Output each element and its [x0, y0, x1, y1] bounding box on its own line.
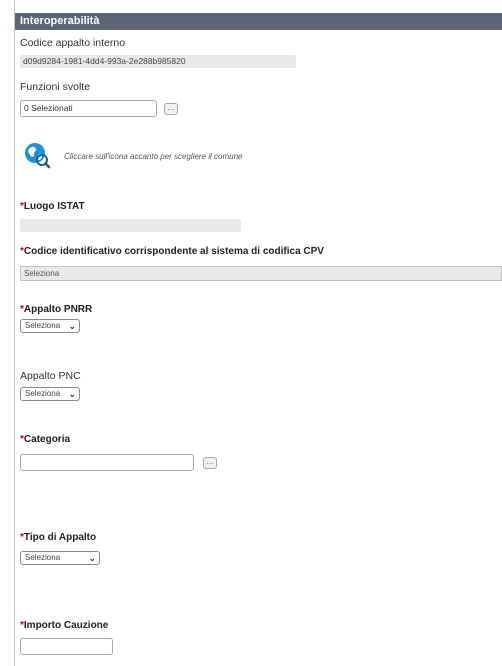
funzioni-svolte-select-button[interactable]: ...: [164, 103, 178, 115]
globe-search-icon[interactable]: [23, 141, 51, 169]
importo-cauzione-input[interactable]: [20, 638, 113, 655]
section-header-interoperabilita: Interoperabilità: [15, 13, 502, 30]
cpv-label: *Codice identificativo corrispondente al…: [20, 246, 324, 257]
codice-appalto-value: d09d9284-1981-4dd4-993a-2e288b985820: [20, 55, 296, 68]
categoria-label-text: Categoria: [23, 434, 71, 445]
appalto-pnrr-value: Seleziona: [25, 321, 61, 330]
luogo-istat-label: *Luogo ISTAT: [20, 201, 85, 212]
categoria-select-button[interactable]: ...: [203, 457, 217, 469]
funzioni-svolte-input[interactable]: 0 Selezionati: [20, 100, 157, 117]
tipo-appalto-label-text: Tipo di Appalto: [23, 532, 97, 543]
luogo-istat-label-text: Luogo ISTAT: [23, 201, 85, 212]
funzioni-svolte-label: Funzioni svolte: [20, 81, 91, 93]
appalto-pnrr-label-text: Appalto PNRR: [23, 304, 93, 315]
chevron-down-icon: ⌄: [88, 553, 96, 563]
appalto-pnrr-select[interactable]: Seleziona ⌄: [20, 319, 80, 333]
importo-cauzione-label-text: Importo Cauzione: [23, 620, 109, 631]
appalto-pnc-label: Appalto PNC: [20, 370, 81, 382]
cpv-label-text: Codice identificativo corrispondente al …: [23, 246, 324, 257]
chevron-down-icon: ⌄: [68, 321, 76, 331]
tipo-appalto-value: Seleziona: [25, 553, 61, 562]
categoria-label: *Categoria: [20, 434, 70, 445]
importo-cauzione-label: *Importo Cauzione: [20, 620, 108, 631]
codice-appalto-label: Codice appalto interno: [20, 37, 126, 49]
tipo-appalto-select[interactable]: Seleziona ⌄: [20, 551, 100, 565]
appalto-pnc-select[interactable]: Seleziona ⌄: [20, 387, 80, 401]
tipo-appalto-label: *Tipo di Appalto: [20, 532, 96, 543]
chevron-down-icon: ⌄: [68, 389, 76, 399]
luogo-istat-value: [20, 219, 241, 232]
cpv-select[interactable]: Seleziona: [20, 266, 502, 281]
comune-hint: Cliccare sull'icona accanto per sceglier…: [64, 152, 243, 161]
appalto-pnc-value: Seleziona: [25, 389, 61, 398]
appalto-pnrr-label: *Appalto PNRR: [20, 304, 92, 315]
categoria-input[interactable]: [20, 454, 194, 471]
